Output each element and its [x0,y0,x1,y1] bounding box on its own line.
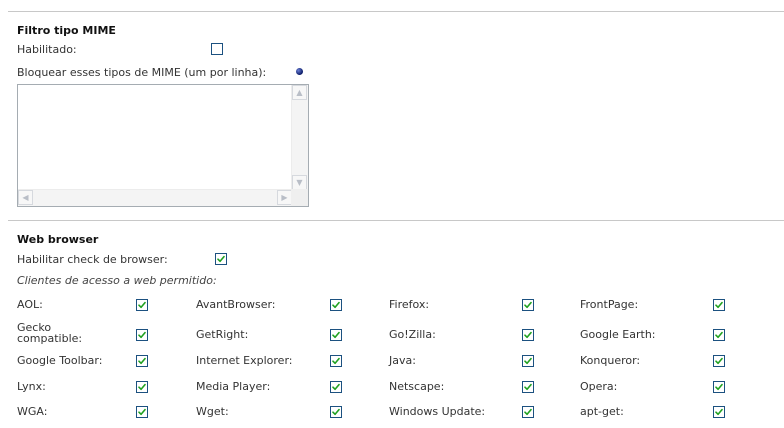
mime-block-label: Bloquear esses tipos de MIME (um por lin… [17,66,267,79]
client-label: Wget: [196,405,229,418]
client-checkbox[interactable] [330,381,342,393]
info-icon[interactable] [296,68,303,75]
client-label: Gecko compatible: [17,321,83,345]
client-label: Lynx: [17,380,46,393]
client-label: Google Earth: [580,328,656,341]
client-label: Windows Update: [389,405,486,418]
scroll-right-icon[interactable]: ▶ [277,190,292,205]
client-label: Java: [389,354,416,367]
client-checkbox[interactable] [713,329,725,341]
client-label: Opera: [580,380,618,393]
mime-types-textarea-container: ▲ ▼ ◀ ▶ [17,84,309,207]
client-checkbox[interactable] [136,355,148,367]
client-label: Netscape: [389,380,445,393]
client-checkbox[interactable] [713,355,725,367]
client-checkbox[interactable] [330,299,342,311]
mime-filter-title: Filtro tipo MIME [17,24,116,37]
client-checkbox[interactable] [330,329,342,341]
client-checkbox[interactable] [713,406,725,418]
section-divider [8,220,784,221]
browser-check-label: Habilitar check de browser: [17,253,168,266]
client-label: WGA: [17,405,48,418]
client-checkbox[interactable] [136,406,148,418]
mime-enabled-checkbox[interactable] [211,43,223,55]
allowed-clients-label: Clientes de acesso a web permitido: [17,274,217,287]
client-checkbox[interactable] [522,381,534,393]
client-label: FrontPage: [580,298,639,311]
client-label: apt-get: [580,405,624,418]
client-checkbox[interactable] [522,329,534,341]
client-label: AOL: [17,298,43,311]
client-checkbox[interactable] [136,329,148,341]
client-checkbox[interactable] [522,355,534,367]
client-label: Media Player: [196,380,271,393]
scroll-up-icon[interactable]: ▲ [292,85,307,100]
client-label: Go!Zilla: [389,328,436,341]
client-checkbox[interactable] [136,299,148,311]
client-label: GetRight: [196,328,249,341]
client-checkbox[interactable] [713,381,725,393]
client-checkbox[interactable] [713,299,725,311]
top-divider [8,11,784,12]
scroll-left-icon[interactable]: ◀ [18,190,33,205]
client-label: Firefox: [389,298,430,311]
client-checkbox[interactable] [330,406,342,418]
client-label: AvantBrowser: [196,298,276,311]
client-label: Internet Explorer: [196,354,293,367]
client-checkbox[interactable] [522,406,534,418]
client-checkbox[interactable] [330,355,342,367]
horizontal-scrollbar[interactable]: ◀ ▶ [18,189,292,206]
scroll-down-icon[interactable]: ▼ [292,175,307,190]
mime-types-textarea[interactable] [18,85,292,190]
vertical-scrollbar[interactable]: ▲ ▼ [291,85,308,190]
scrollbar-corner [291,189,308,206]
browser-check-checkbox[interactable] [215,253,227,265]
client-checkbox[interactable] [136,381,148,393]
client-label: Konqueror: [580,354,641,367]
web-browser-title: Web browser [17,233,99,246]
client-label: Google Toolbar: [17,354,103,367]
mime-enabled-label: Habilitado: [17,43,77,56]
client-checkbox[interactable] [522,299,534,311]
